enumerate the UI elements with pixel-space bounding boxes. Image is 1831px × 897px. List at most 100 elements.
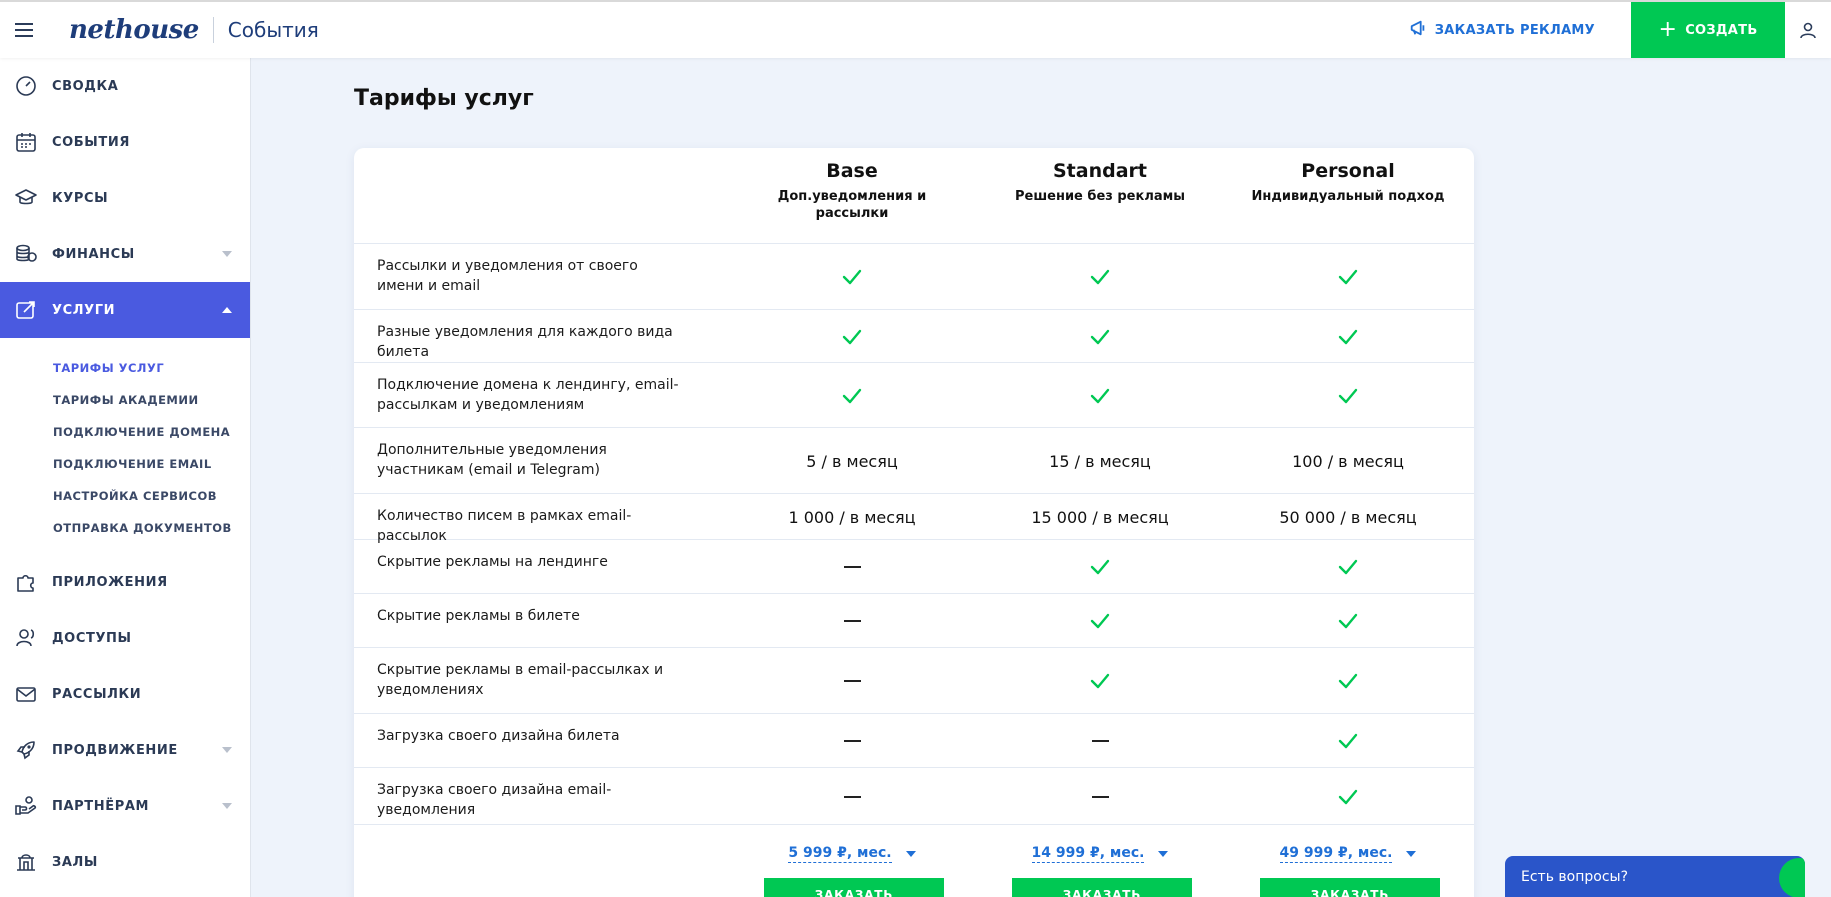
feature-value: 5 / в месяц [806, 451, 898, 471]
nethouse-logo[interactable]: nethouse [69, 15, 199, 45]
feature-label: Рассылки и уведомления от своего имени и… [377, 258, 638, 294]
sidebar-item-partners[interactable]: ПАРТНЁРАМ [0, 778, 250, 834]
plan-name: Base [826, 160, 878, 182]
chevron-down-icon [222, 803, 232, 809]
order-button-base[interactable]: ЗАКАЗАТЬ [764, 878, 944, 897]
plan-subtitle: Индивидуальный подход [1251, 189, 1445, 204]
sidebar-item-halls[interactable]: ЗАЛЫ [0, 834, 250, 890]
feature-row: Скрытие рекламы в билете [354, 594, 1474, 648]
sidebar-item-label: ДОСТУПЫ [52, 630, 132, 646]
caret-down-icon [1158, 851, 1169, 857]
feature-label: Загрузка своего дизайна билета [377, 728, 620, 744]
checkmark-icon [976, 594, 1224, 648]
sidebar-item-label: СОБЫТИЯ [52, 134, 130, 150]
caret-down-icon [905, 851, 916, 857]
chevron-up-icon [222, 307, 232, 313]
subnav-service-tariffs[interactable]: ТАРИФЫ УСЛУГ [0, 352, 250, 384]
plans-header: Base Доп.уведомления и рассылки Standart… [354, 148, 1474, 244]
chevron-down-icon [222, 251, 232, 257]
checkmark-icon [1224, 310, 1472, 363]
sidebar-item-mailings[interactable]: РАССЫЛКИ [0, 666, 250, 722]
mail-icon [14, 682, 38, 706]
plan-name: Personal [1301, 160, 1395, 182]
feature-row: Количество писем в рамках email-рассылок… [354, 494, 1474, 544]
tariffs-table: Base Доп.уведомления и рассылки Standart… [354, 148, 1474, 897]
sidebar-item-label: ПРОДВИЖЕНИЕ [52, 742, 178, 758]
feature-row: Разные уведомления для каждого вида биле… [354, 310, 1474, 363]
checkmark-icon [976, 310, 1224, 363]
price-select-base[interactable]: 5 999 ₽, мес. [728, 845, 976, 863]
sidebar-item-courses[interactable]: КУРСЫ [0, 170, 250, 226]
subnav-academy-tariffs[interactable]: ТАРИФЫ АКАДЕМИИ [0, 384, 250, 416]
price-select-personal[interactable]: 49 999 ₽, мес. [1224, 845, 1472, 863]
hamburger-icon[interactable] [0, 2, 50, 58]
feature-row: Загрузка своего дизайна email-уведомлени… [354, 768, 1474, 825]
puzzle-icon [14, 570, 38, 594]
section-title: События [227, 18, 319, 42]
price-amount: 49 999 ₽, мес. [1279, 845, 1393, 863]
sidebar-item-apps[interactable]: ПРИЛОЖЕНИЯ [0, 554, 250, 610]
subnav-domain-connect[interactable]: ПОДКЛЮЧЕНИЕ ДОМЕНА [0, 416, 250, 448]
services-subnav: ТАРИФЫ УСЛУГ ТАРИФЫ АКАДЕМИИ ПОДКЛЮЧЕНИЕ… [0, 338, 250, 554]
order-ad-link[interactable]: ЗАКАЗАТЬ РЕКЛАМУ [1409, 19, 1595, 41]
coins-icon [14, 242, 38, 266]
handshake-icon [14, 794, 38, 818]
chevron-down-icon [222, 747, 232, 753]
sidebar-item-label: РАССЫЛКИ [52, 686, 142, 702]
sidebar-item-label: ФИНАНСЫ [52, 246, 135, 262]
checkmark-icon [1224, 363, 1472, 428]
checkmark-icon [728, 244, 976, 310]
dash-icon [728, 768, 976, 825]
sidebar-item-access[interactable]: ДОСТУПЫ [0, 610, 250, 666]
feature-label: Дополнительные уведомления участникам (e… [377, 442, 607, 478]
checkmark-icon [1224, 714, 1472, 768]
feature-row: Скрытие рекламы в email-рассылках и увед… [354, 648, 1474, 714]
sidebar-item-events[interactable]: СОБЫТИЯ [0, 114, 250, 170]
order-ad-label: ЗАКАЗАТЬ РЕКЛАМУ [1434, 22, 1595, 38]
sidebar-item-label: УСЛУГИ [52, 302, 116, 318]
feature-value: 15 / в месяц [1049, 451, 1151, 471]
services-icon [14, 298, 38, 322]
sidebar: СВОДКА СОБЫТИЯ КУРСЫ ФИНАНСЫ УСЛУГИ ТАРИ… [0, 58, 251, 897]
sidebar-item-label: ЗАЛЫ [52, 854, 98, 870]
feature-value: 15 000 / в месяц [1031, 507, 1169, 527]
price-select-standart[interactable]: 14 999 ₽, мес. [976, 845, 1224, 863]
subnav-documents[interactable]: ОТПРАВКА ДОКУМЕНТОВ [0, 512, 250, 544]
create-button[interactable]: + СОЗДАТЬ [1631, 2, 1785, 58]
price-amount: 14 999 ₽, мес. [1031, 845, 1145, 863]
feature-label: Скрытие рекламы в билете [377, 608, 580, 624]
feature-row: Загрузка своего дизайна билета [354, 714, 1474, 768]
checkmark-icon [1224, 768, 1472, 825]
checkmark-icon [1224, 594, 1472, 648]
plan-column-standart: Standart Решение без рекламы [976, 160, 1224, 205]
feature-row: Дополнительные уведомления участникам (e… [354, 428, 1474, 494]
sidebar-item-label: ПАРТНЁРАМ [52, 798, 150, 814]
dash-icon [976, 714, 1224, 768]
dash-icon [728, 714, 976, 768]
checkmark-icon [1224, 540, 1472, 594]
chat-status-icon [1779, 858, 1805, 897]
sidebar-item-label: СВОДКА [52, 78, 119, 94]
sidebar-item-services[interactable]: УСЛУГИ [0, 282, 250, 338]
dashboard-icon [14, 74, 38, 98]
subnav-service-settings[interactable]: НАСТРОЙКА СЕРВИСОВ [0, 480, 250, 512]
dash-icon [728, 540, 976, 594]
subnav-email-connect[interactable]: ПОДКЛЮЧЕНИЕ EMAIL [0, 448, 250, 480]
order-button-personal[interactable]: ЗАКАЗАТЬ [1260, 878, 1440, 897]
user-icon[interactable] [1785, 2, 1831, 58]
feature-row: Рассылки и уведомления от своего имени и… [354, 244, 1474, 310]
sidebar-item-promotion[interactable]: ПРОДВИЖЕНИЕ [0, 722, 250, 778]
plan-column-personal: Personal Индивидуальный подход [1224, 160, 1472, 205]
chat-widget[interactable]: Есть вопросы? [1505, 856, 1805, 897]
users-icon [14, 626, 38, 650]
order-button-standart[interactable]: ЗАКАЗАТЬ [1012, 878, 1192, 897]
hall-icon [14, 850, 38, 874]
checkmark-icon [1224, 648, 1472, 714]
feature-row: Подключение домена к лендингу, email-рас… [354, 363, 1474, 428]
checkmark-icon [976, 244, 1224, 310]
sidebar-item-label: КУРСЫ [52, 190, 109, 206]
sidebar-item-summary[interactable]: СВОДКА [0, 58, 250, 114]
feature-label: Скрытие рекламы в email-рассылках и увед… [377, 662, 664, 698]
dash-icon [728, 648, 976, 714]
sidebar-item-finance[interactable]: ФИНАНСЫ [0, 226, 250, 282]
